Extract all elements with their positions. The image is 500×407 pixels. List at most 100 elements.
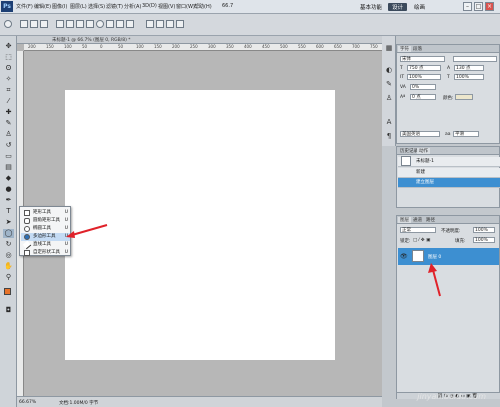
maximize-button[interactable]: □ [474, 2, 483, 11]
pen-tool-icon[interactable]: ✒ [3, 196, 14, 205]
vertical-scale-field[interactable]: 100% [407, 74, 441, 80]
ellipse-icon[interactable] [96, 20, 104, 28]
line-icon[interactable] [116, 20, 124, 28]
tab-actions[interactable]: 动作 [417, 148, 430, 154]
document-tab[interactable]: 未标题-1 @ 66.7% (图层 0, RGB/8) * [17, 36, 382, 44]
leading-icon: A [447, 66, 451, 71]
menu-file[interactable]: 文件(F) [16, 3, 33, 10]
rounded-rectangle-icon[interactable] [86, 20, 94, 28]
magic-wand-tool-icon[interactable]: ✧ [3, 75, 14, 84]
brush-tool-icon[interactable]: ✎ [3, 119, 14, 128]
3d-camera-tool-icon[interactable]: ◎ [3, 251, 14, 260]
combine-mode-icon[interactable] [146, 20, 154, 28]
type-tool-icon[interactable]: T [3, 207, 14, 216]
shape-layer-icon[interactable] [20, 20, 28, 28]
shape-tool-icon[interactable]: ◯ [3, 229, 14, 238]
blur-tool-icon[interactable]: ◆ [3, 174, 14, 183]
crop-tool-icon[interactable]: ⌗ [3, 86, 14, 95]
menu-select[interactable]: 选择(S) [88, 3, 105, 10]
path-selection-tool-icon[interactable]: ➤ [3, 218, 14, 227]
exclude-mode-icon[interactable] [176, 20, 184, 28]
text-color-swatch[interactable] [455, 94, 473, 100]
clone-stamp-tool-icon[interactable]: ♙ [3, 130, 14, 139]
rectangle-icon[interactable] [76, 20, 84, 28]
tab-paragraph[interactable]: 段落 [411, 46, 424, 52]
horizontal-ruler[interactable]: 200 150 100 50 0 50 100 150 200 250 300 … [24, 44, 382, 51]
freeform-pen-icon[interactable] [66, 20, 74, 28]
baseline-shift-field[interactable]: 0 点 [410, 94, 436, 100]
pen-icon[interactable] [56, 20, 64, 28]
menu-analysis[interactable]: 分析(A) [124, 3, 141, 10]
flyout-rectangle-tool[interactable]: 矩形工具 U [21, 209, 70, 217]
paths-icon[interactable] [30, 20, 38, 28]
close-button[interactable]: × [485, 2, 494, 11]
dodge-tool-icon[interactable]: ● [3, 185, 14, 194]
adjustments-panel-icon[interactable]: ◐ [385, 66, 393, 74]
menu-3d[interactable]: 3D(D) [142, 3, 157, 9]
menu-help[interactable]: 帮助(H) [194, 3, 212, 10]
healing-brush-tool-icon[interactable]: ✚ [3, 108, 14, 117]
intersect-mode-icon[interactable] [166, 20, 174, 28]
menu-filter[interactable]: 滤镜(T) [106, 3, 123, 10]
move-tool-icon[interactable]: ✥ [3, 42, 14, 51]
tab-channels[interactable]: 通道 [411, 217, 424, 223]
workspace-design[interactable]: 设计 [388, 3, 408, 11]
eyedropper-tool-icon[interactable]: ⁄ [3, 97, 14, 106]
blend-mode-select[interactable]: 正常 [400, 227, 436, 233]
opacity-field[interactable]: 100% [473, 227, 495, 233]
menu-edit[interactable]: 编辑(E) [34, 3, 51, 10]
workspace-painting[interactable]: 绘画 [414, 3, 425, 11]
leading-field[interactable]: 130 点 [454, 65, 484, 71]
tab-layers[interactable]: 图层 [398, 217, 411, 223]
history-brush-tool-icon[interactable]: ↺ [3, 141, 14, 150]
menu-window[interactable]: 窗口(W) [176, 3, 195, 10]
ruler-tick: 700 [352, 44, 360, 49]
lasso-tool-icon[interactable]: ʘ [3, 64, 14, 73]
marquee-tool-icon[interactable]: ⬚ [3, 53, 14, 62]
language-select[interactable]: 美国英语 [400, 131, 440, 137]
layer-row-0[interactable]: 👁 图层 0 [398, 248, 499, 265]
status-zoom[interactable]: 66.67% [19, 400, 36, 405]
quick-mask-icon[interactable]: ◘ [3, 306, 14, 315]
history-snapshot[interactable]: 未标题-1 [398, 156, 500, 167]
workspace-essentials[interactable]: 基本功能 [360, 3, 382, 11]
custom-shape-icon[interactable] [126, 20, 134, 28]
foreground-color-swatch[interactable] [4, 288, 11, 295]
flyout-line-tool[interactable]: 直线工具 U [21, 240, 70, 250]
clone-source-panel-icon[interactable]: ♙ [385, 94, 393, 102]
ellipse-tool-preset-icon[interactable] [4, 20, 12, 28]
zoom-level-dropdown[interactable]: 66.7 [222, 3, 233, 9]
menu-image[interactable]: 图像(I) [52, 3, 67, 10]
polygon-icon[interactable] [106, 20, 114, 28]
fill-field[interactable]: 100% [473, 237, 495, 243]
lock-icons[interactable]: □ ⁄ ✥ ▣ [413, 238, 430, 243]
3d-rotate-tool-icon[interactable]: ↻ [3, 240, 14, 249]
font-size-field[interactable]: 750 点 [407, 65, 441, 71]
antialias-select[interactable]: 平滑 [453, 131, 479, 137]
history-panel-icon[interactable]: ▦ [385, 44, 393, 52]
flyout-custom-shape-tool[interactable]: 自定形状工具 U [21, 249, 70, 256]
layer-name[interactable]: 图层 0 [428, 254, 441, 260]
gradient-tool-icon[interactable]: ▤ [3, 163, 14, 172]
kerning-field[interactable]: 0% [410, 84, 436, 90]
eraser-tool-icon[interactable]: ▭ [3, 152, 14, 161]
menu-view[interactable]: 视图(V) [158, 3, 175, 10]
subtract-mode-icon[interactable] [156, 20, 164, 28]
menu-layer[interactable]: 图层(L) [70, 3, 87, 10]
custom-shape-icon [24, 250, 30, 256]
tab-character[interactable]: 字符 [398, 46, 411, 52]
paragraph-panel-icon[interactable]: ¶ [385, 132, 393, 140]
zoom-tool-icon[interactable]: ⚲ [3, 273, 14, 282]
history-item[interactable]: 新建 [398, 168, 500, 178]
hand-tool-icon[interactable]: ✋ [3, 262, 14, 271]
font-style-select[interactable] [453, 56, 497, 62]
font-family-select[interactable]: 宋体 [400, 56, 445, 62]
fill-pixels-icon[interactable] [40, 20, 48, 28]
history-item-selected[interactable]: 建立图层 [398, 178, 500, 188]
character-panel-icon[interactable]: A [385, 118, 393, 126]
brush-panel-icon[interactable]: ✎ [385, 80, 393, 88]
tab-paths[interactable]: 路径 [424, 217, 437, 223]
visibility-eye-icon[interactable]: 👁 [400, 253, 408, 260]
horizontal-scale-field[interactable]: 100% [454, 74, 484, 80]
minimize-button[interactable]: – [463, 2, 472, 11]
